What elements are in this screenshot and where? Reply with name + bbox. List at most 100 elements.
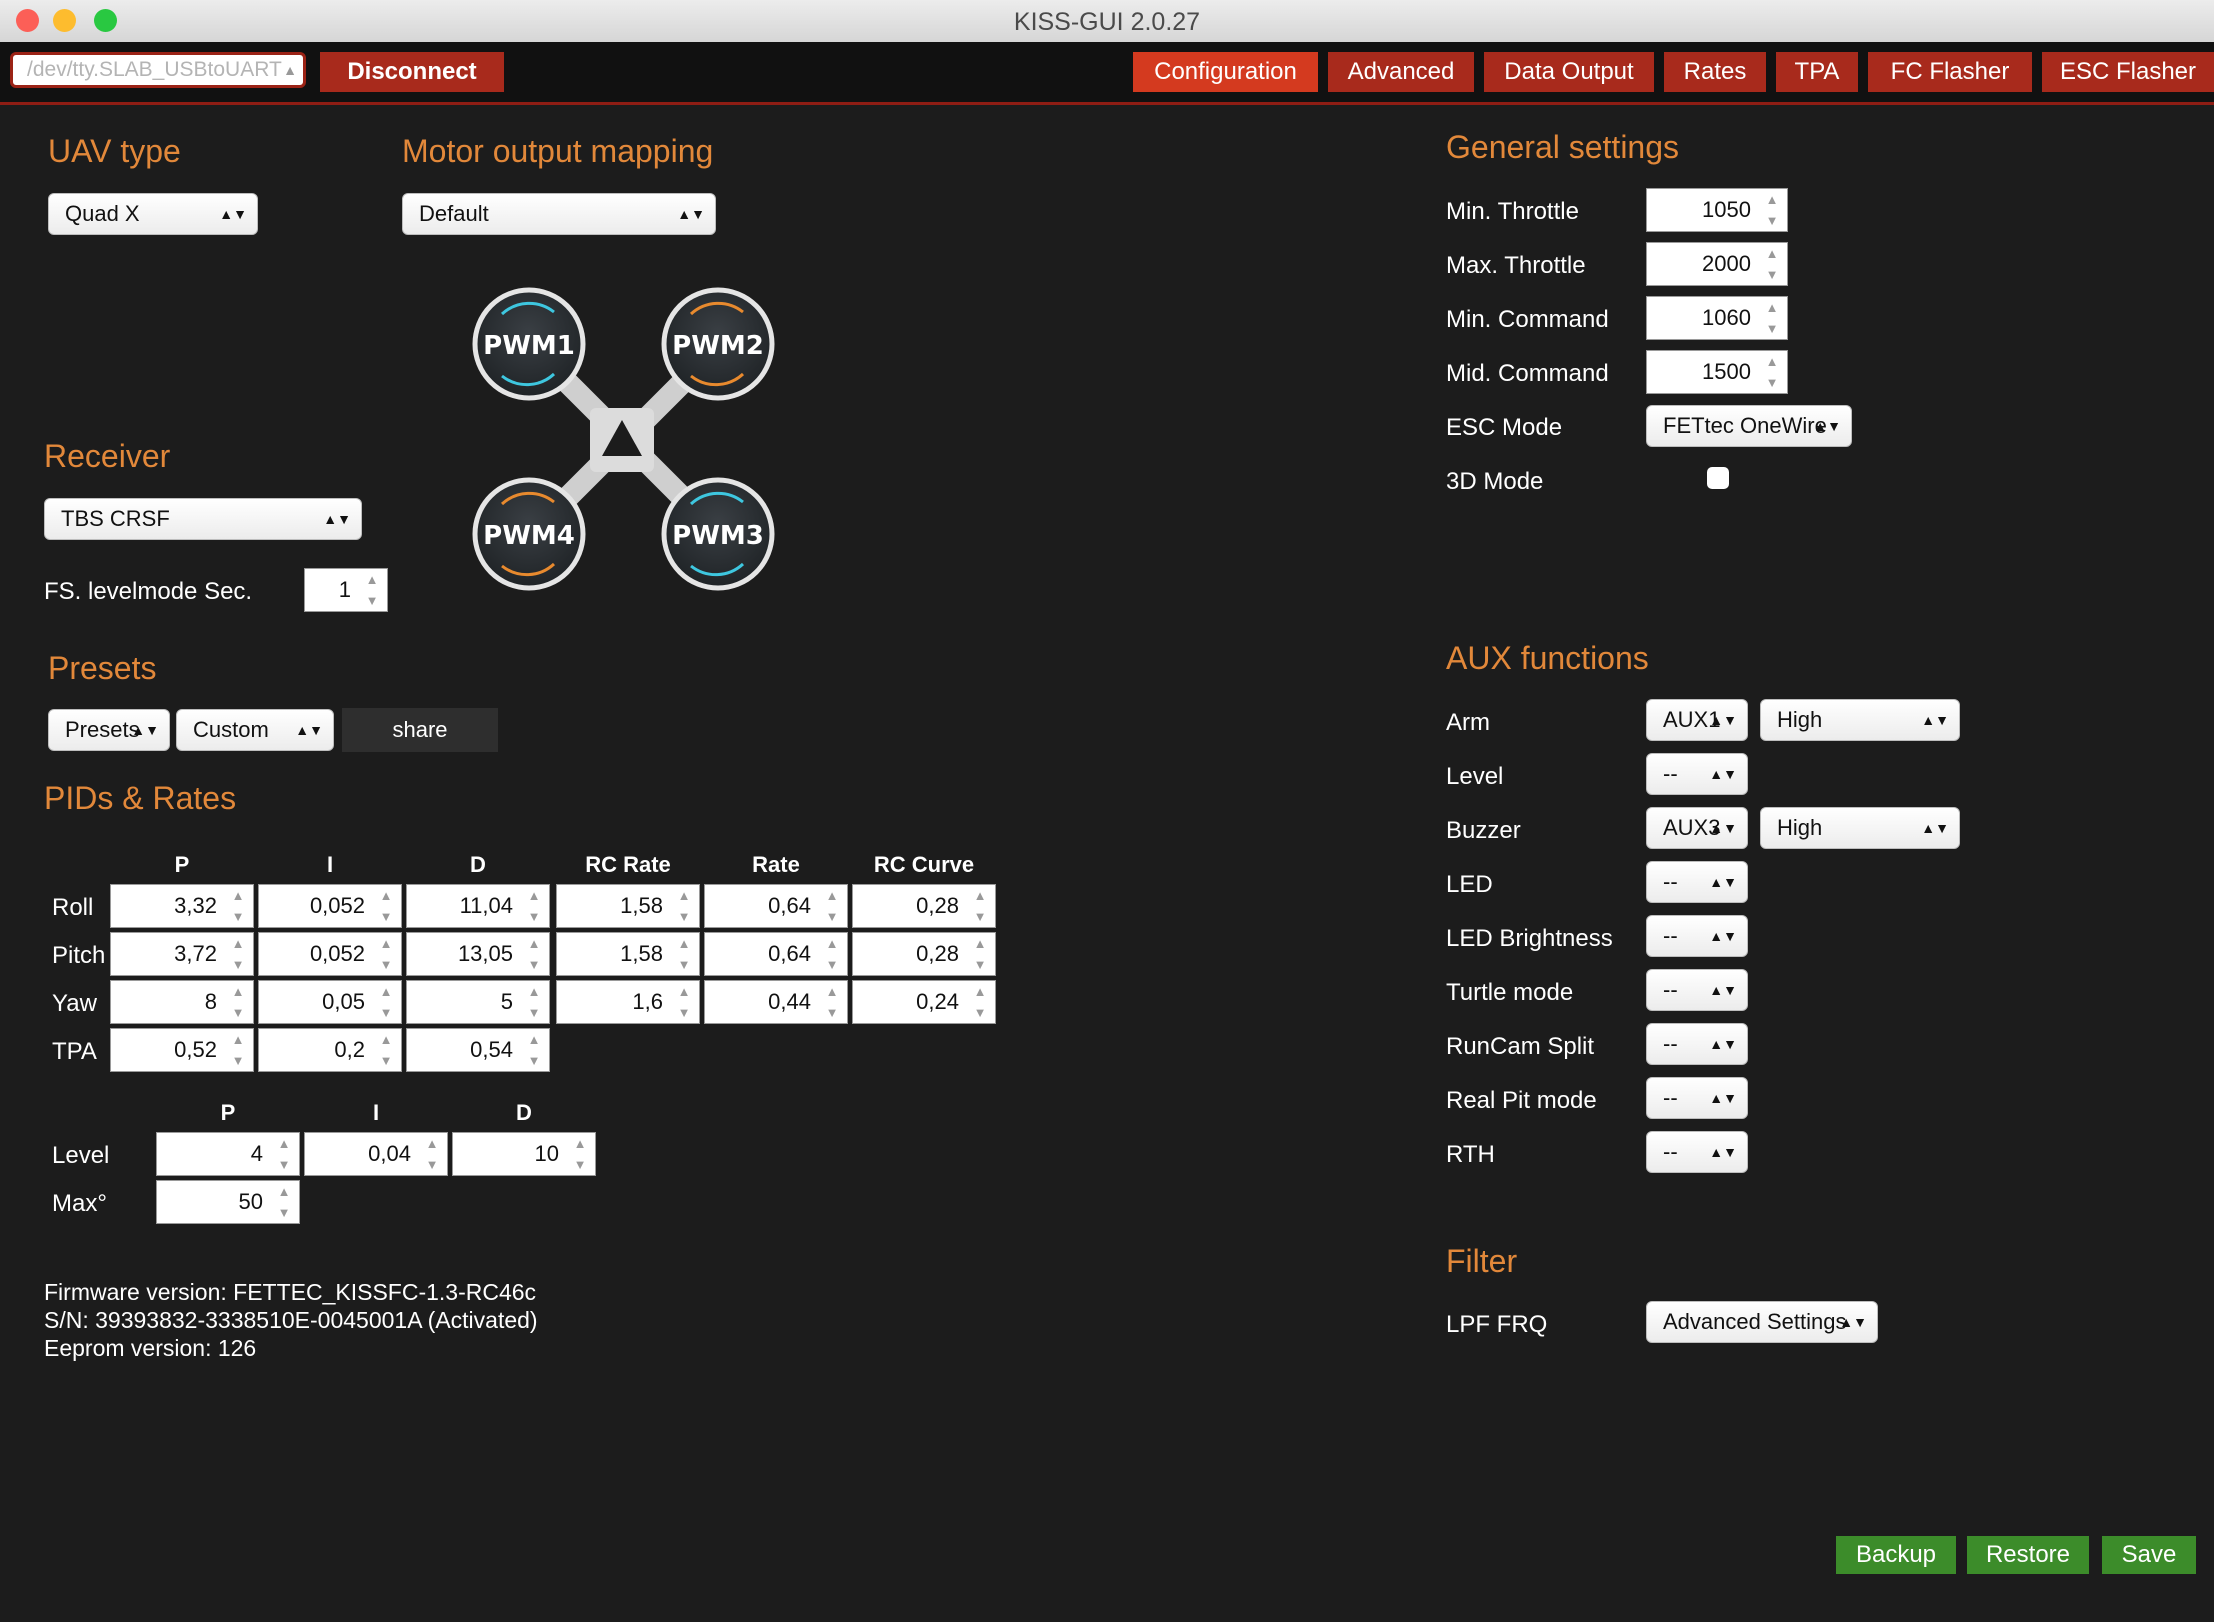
arm-state-select[interactable]: High ▲▼ (1760, 699, 1960, 741)
yaw-rc-rate-input[interactable]: 1,6 ▲ ▼ (556, 980, 700, 1024)
roll-rate-input[interactable]: 0,64 ▲ ▼ (704, 884, 848, 928)
pitch-i-input[interactable]: 0,052 ▲ ▼ (258, 932, 402, 976)
roll-rc-rate-input[interactable]: 1,58 ▲ ▼ (556, 884, 700, 928)
tab-configuration[interactable]: Configuration (1133, 52, 1318, 92)
max-throttle-input[interactable]: 2000 ▲ ▼ (1646, 242, 1788, 286)
stepper-icon[interactable]: ▲ ▼ (823, 885, 841, 927)
tpa-i-input[interactable]: 0,2 ▲ ▼ (258, 1028, 402, 1072)
buzzer-channel-select[interactable]: AUX3 ▲▼ (1646, 807, 1748, 849)
roll-d-input[interactable]: 11,04 ▲ ▼ (406, 884, 550, 928)
min-throttle-input[interactable]: 1050 ▲ ▼ (1646, 188, 1788, 232)
roll-p-input[interactable]: 3,32 ▲ ▼ (110, 884, 254, 928)
tab-tpa[interactable]: TPA (1776, 52, 1858, 92)
min-command-input[interactable]: 1060 ▲ ▼ (1646, 296, 1788, 340)
stepper-icon[interactable]: ▲ ▼ (971, 981, 989, 1023)
stepper-icon[interactable]: ▲ ▼ (275, 1133, 293, 1175)
level-channel-select[interactable]: -- ▲▼ (1646, 753, 1748, 795)
stepper-icon[interactable]: ▲ ▼ (525, 981, 543, 1023)
yaw-i-input[interactable]: 0,05 ▲ ▼ (258, 980, 402, 1024)
share-button[interactable]: share (342, 708, 498, 752)
level-p-input[interactable]: 4 ▲ ▼ (156, 1132, 300, 1176)
tab-fc-flasher[interactable]: FC Flasher (1868, 52, 2032, 92)
lpf-frq-select[interactable]: Advanced Settings ▲▼ (1646, 1301, 1878, 1343)
stepper-icon[interactable]: ▲ ▼ (571, 1133, 589, 1175)
led-channel-select[interactable]: -- ▲▼ (1646, 861, 1748, 903)
aux-functions-heading: AUX functions (1446, 640, 1649, 676)
fs-levelmode-input[interactable]: 1 ▲ ▼ (304, 568, 388, 612)
mid-command-input[interactable]: 1500 ▲ ▼ (1646, 350, 1788, 394)
pitch-rc-rate-input[interactable]: 1,58 ▲ ▼ (556, 932, 700, 976)
motor-mapping-select[interactable]: Default ▲▼ (402, 193, 716, 235)
stepper-icon[interactable]: ▲ ▼ (377, 885, 395, 927)
save-button[interactable]: Save (2102, 1536, 2196, 1574)
stepper-icon[interactable]: ▲ ▼ (1763, 243, 1781, 285)
tab-advanced[interactable]: Advanced (1328, 52, 1474, 92)
pitch-rc-curve-input[interactable]: 0,28 ▲ ▼ (852, 932, 996, 976)
stepper-icon[interactable]: ▲ ▼ (275, 1181, 293, 1223)
aux-channel-value: -- (1663, 1085, 1678, 1110)
esc-mode-select[interactable]: FETtec OneWire ▲▼ (1646, 405, 1852, 447)
stepper-icon[interactable]: ▲ ▼ (823, 933, 841, 975)
stepper-icon[interactable]: ▲ ▼ (675, 981, 693, 1023)
stepper-icon[interactable]: ▲ ▼ (423, 1133, 441, 1175)
stepper-icon[interactable]: ▲ ▼ (823, 981, 841, 1023)
stepper-icon[interactable]: ▲ ▼ (377, 1029, 395, 1071)
stepper-icon[interactable]: ▲ ▼ (675, 885, 693, 927)
yaw-rc-curve-input[interactable]: 0,24 ▲ ▼ (852, 980, 996, 1024)
tpa-p-input[interactable]: 0,52 ▲ ▼ (110, 1028, 254, 1072)
buzzer-state-select[interactable]: High ▲▼ (1760, 807, 1960, 849)
roll-i-input[interactable]: 0,052 ▲ ▼ (258, 884, 402, 928)
stepper-icon[interactable]: ▲ ▼ (363, 569, 381, 611)
receiver-select[interactable]: TBS CRSF ▲▼ (44, 498, 362, 540)
runcam-split-channel-select[interactable]: -- ▲▼ (1646, 1023, 1748, 1065)
uav-type-select[interactable]: Quad X ▲▼ (48, 193, 258, 235)
stepper-icon[interactable]: ▲ ▼ (1763, 297, 1781, 339)
led-brightness-channel-select[interactable]: -- ▲▼ (1646, 915, 1748, 957)
stepper-icon[interactable]: ▲ ▼ (1763, 351, 1781, 393)
tpa-d-input[interactable]: 0,54 ▲ ▼ (406, 1028, 550, 1072)
stepper-icon[interactable]: ▲ ▼ (229, 933, 247, 975)
pid-row-label: Roll (52, 894, 94, 921)
stepper-icon[interactable]: ▲ ▼ (229, 981, 247, 1023)
restore-button[interactable]: Restore (1967, 1536, 2089, 1574)
pitch-d-input[interactable]: 13,05 ▲ ▼ (406, 932, 550, 976)
stepper-icon[interactable]: ▲ ▼ (971, 933, 989, 975)
stepper-icon[interactable]: ▲ ▼ (229, 1029, 247, 1071)
arm-channel-select[interactable]: AUX1 ▲▼ (1646, 699, 1748, 741)
stepper-icon[interactable]: ▲ ▼ (377, 981, 395, 1023)
yaw-p-input[interactable]: 8 ▲ ▼ (110, 980, 254, 1024)
yaw-rate-input[interactable]: 0,44 ▲ ▼ (704, 980, 848, 1024)
custom-preset-value: Custom (193, 717, 269, 742)
stepper-icon[interactable]: ▲ ▼ (525, 1029, 543, 1071)
stepper-icon[interactable]: ▲ ▼ (229, 885, 247, 927)
stepper-icon[interactable]: ▲ ▼ (971, 885, 989, 927)
level-i-input[interactable]: 0,04 ▲ ▼ (304, 1132, 448, 1176)
backup-button[interactable]: Backup (1836, 1536, 1956, 1574)
turtle-mode-channel-select[interactable]: -- ▲▼ (1646, 969, 1748, 1011)
tab-esc-flasher[interactable]: ESC Flasher (2042, 52, 2214, 92)
stepper-icon[interactable]: ▲ ▼ (525, 933, 543, 975)
pid-column-header: D (470, 852, 486, 877)
pid-value: 0,04 (368, 1141, 411, 1166)
max-angle-input[interactable]: 50 ▲ ▼ (156, 1180, 300, 1224)
level-d-input[interactable]: 10 ▲ ▼ (452, 1132, 596, 1176)
custom-preset-select[interactable]: Custom ▲▼ (176, 709, 334, 751)
stepper-icon[interactable]: ▲ ▼ (1763, 189, 1781, 231)
real-pit-mode-channel-select[interactable]: -- ▲▼ (1646, 1077, 1748, 1119)
stepper-icon[interactable]: ▲ ▼ (377, 933, 395, 975)
disconnect-button[interactable]: Disconnect (320, 52, 504, 92)
rth-channel-select[interactable]: -- ▲▼ (1646, 1131, 1748, 1173)
pitch-p-input[interactable]: 3,72 ▲ ▼ (110, 932, 254, 976)
mode-3d-checkbox[interactable] (1707, 467, 1729, 489)
tab-rates[interactable]: Rates (1664, 52, 1766, 92)
yaw-d-input[interactable]: 5 ▲ ▼ (406, 980, 550, 1024)
uav-type-heading: UAV type (48, 133, 181, 169)
roll-rc-curve-input[interactable]: 0,28 ▲ ▼ (852, 884, 996, 928)
pitch-rate-input[interactable]: 0,64 ▲ ▼ (704, 932, 848, 976)
tab-data-output[interactable]: Data Output (1484, 52, 1654, 92)
stepper-icon[interactable]: ▲ ▼ (675, 933, 693, 975)
serial-port-select[interactable]: /dev/tty.SLAB_USBtoUART ▲▼ (10, 52, 306, 88)
chevron-updown-icon: ▲▼ (131, 722, 159, 738)
stepper-icon[interactable]: ▲ ▼ (525, 885, 543, 927)
presets-select[interactable]: Presets ▲▼ (48, 709, 170, 751)
